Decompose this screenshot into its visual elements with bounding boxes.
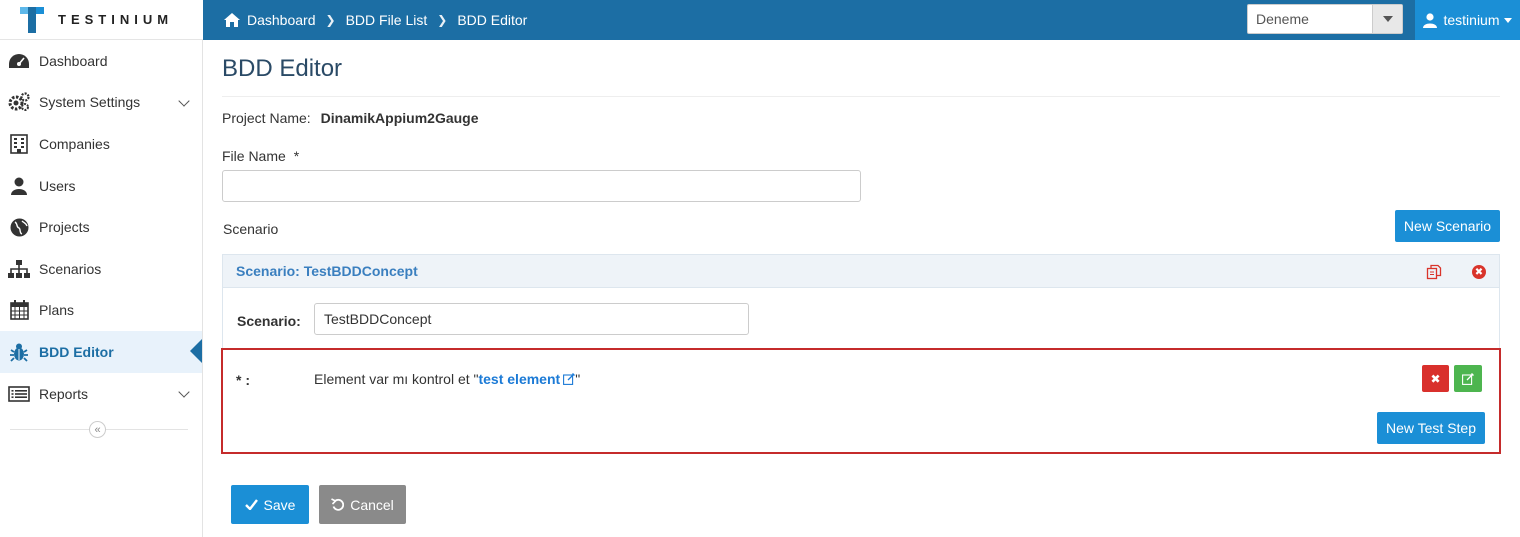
file-name-label-row: File Name * <box>222 148 299 164</box>
list-icon <box>8 384 30 404</box>
chevron-right-icon: ❯ <box>325 13 336 27</box>
step-text-prefix: Element var mı kontrol et " <box>314 371 479 387</box>
brand-logo[interactable]: TESTINIUM <box>0 0 203 40</box>
main-content: BDD Editor Project Name: DinamikAppium2G… <box>203 40 1520 537</box>
building-icon <box>8 134 30 154</box>
sidebar-item-label: Plans <box>39 302 75 319</box>
required-mark: * <box>293 148 300 164</box>
breadcrumb-dashboard[interactable]: Dashboard <box>247 12 316 28</box>
bug-icon <box>8 342 30 362</box>
home-icon[interactable] <box>223 12 241 28</box>
globe-icon <box>8 217 30 237</box>
testinium-logo-icon <box>20 6 44 33</box>
copy-icon[interactable] <box>1426 264 1442 280</box>
step-element-link[interactable]: test element <box>478 371 560 387</box>
save-button[interactable]: Save <box>231 485 309 524</box>
sidebar: Dashboard System Settings Companies User… <box>0 40 203 537</box>
divider <box>222 96 1500 97</box>
sitemap-icon <box>8 259 30 279</box>
save-label: Save <box>263 496 296 513</box>
breadcrumb: Dashboard ❯ BDD File List ❯ BDD Editor <box>203 12 527 28</box>
page-title: BDD Editor <box>222 55 343 82</box>
step-text: Element var mı kontrol et "test element " <box>314 371 580 387</box>
chevron-down-icon <box>178 94 190 107</box>
sidebar-item-companies[interactable]: Companies <box>0 123 202 165</box>
project-select[interactable]: Deneme <box>1247 4 1403 34</box>
edit-icon[interactable] <box>563 373 576 385</box>
file-name-label: File Name <box>222 148 286 164</box>
delete-step-button[interactable]: ✖ <box>1422 365 1449 392</box>
sidebar-item-plans[interactable]: Plans <box>0 290 202 332</box>
scenario-panel-header[interactable]: Scenario: TestBDDConcept ✖ <box>222 254 1500 288</box>
sidebar-item-bdd-editor[interactable]: BDD Editor <box>0 331 202 373</box>
scenario-field-label: Scenario: <box>237 313 301 329</box>
scenario-panel-body: Scenario: TestBDDConcept <box>222 288 1500 348</box>
delete-scenario-icon[interactable]: ✖ <box>1472 265 1486 279</box>
step-text-suffix: " <box>575 371 581 387</box>
sidebar-collapse-row: « <box>0 414 202 444</box>
sidebar-item-dashboard[interactable]: Dashboard <box>0 40 202 82</box>
edit-icon <box>1462 372 1474 385</box>
top-navbar: Dashboard ❯ BDD File List ❯ BDD Editor D… <box>203 0 1520 40</box>
scenario-panel-title: Scenario: TestBDDConcept <box>236 263 418 279</box>
user-icon <box>8 176 30 196</box>
sidebar-item-system-settings[interactable]: System Settings <box>0 82 202 124</box>
sidebar-item-projects[interactable]: Projects <box>0 206 202 248</box>
sidebar-item-label: Dashboard <box>39 52 108 69</box>
brand-name: TESTINIUM <box>58 12 174 27</box>
user-menu[interactable]: testinium <box>1415 0 1520 40</box>
chevron-down-icon <box>178 386 190 398</box>
sidebar-item-label: Scenarios <box>39 260 102 277</box>
user-icon <box>1423 12 1438 28</box>
file-name-input[interactable] <box>222 170 861 202</box>
cancel-button[interactable]: Cancel <box>319 485 406 524</box>
sidebar-item-reports[interactable]: Reports <box>0 373 202 415</box>
sidebar-item-scenarios[interactable]: Scenarios <box>0 248 202 290</box>
test-step-row: * : Element var mı kontrol et "test elem… <box>221 348 1501 454</box>
tachometer-icon <box>8 51 30 71</box>
breadcrumb-bdd-file-list[interactable]: BDD File List <box>346 12 428 28</box>
project-name-value: DinamikAppium2Gauge <box>320 110 479 126</box>
calendar-icon <box>8 300 30 321</box>
sidebar-item-label: Users <box>39 177 76 194</box>
undo-icon <box>331 498 345 511</box>
caret-down-icon <box>1382 16 1393 22</box>
scenario-section-label: Scenario <box>223 221 279 237</box>
user-name: testinium <box>1443 12 1500 28</box>
gears-icon <box>8 92 30 112</box>
sidebar-item-users[interactable]: Users <box>0 165 202 207</box>
caret-down-icon <box>1503 17 1512 23</box>
collapse-sidebar-icon[interactable]: « <box>89 421 106 439</box>
sidebar-item-label: Reports <box>39 385 89 402</box>
sidebar-item-label: System Settings <box>39 94 141 111</box>
chevron-right-icon: ❯ <box>437 13 448 27</box>
project-select-value: Deneme <box>1256 11 1309 27</box>
sidebar-item-label: Projects <box>39 219 90 236</box>
edit-step-button[interactable] <box>1454 365 1482 392</box>
dropdown-toggle[interactable] <box>1372 5 1402 33</box>
sidebar-item-label: BDD Editor <box>39 343 114 360</box>
cancel-label: Cancel <box>350 496 394 513</box>
scenario-name-input[interactable]: TestBDDConcept <box>314 303 749 335</box>
project-name-label: Project Name: <box>222 110 311 126</box>
breadcrumb-bdd-editor: BDD Editor <box>457 12 528 28</box>
project-name-row: Project Name: DinamikAppium2Gauge <box>222 110 479 126</box>
check-icon <box>244 499 258 510</box>
new-scenario-button[interactable]: New Scenario <box>1395 210 1500 242</box>
new-test-step-button[interactable]: New Test Step <box>1377 412 1485 444</box>
step-marker: * : <box>236 372 250 388</box>
sidebar-item-label: Companies <box>39 135 110 152</box>
